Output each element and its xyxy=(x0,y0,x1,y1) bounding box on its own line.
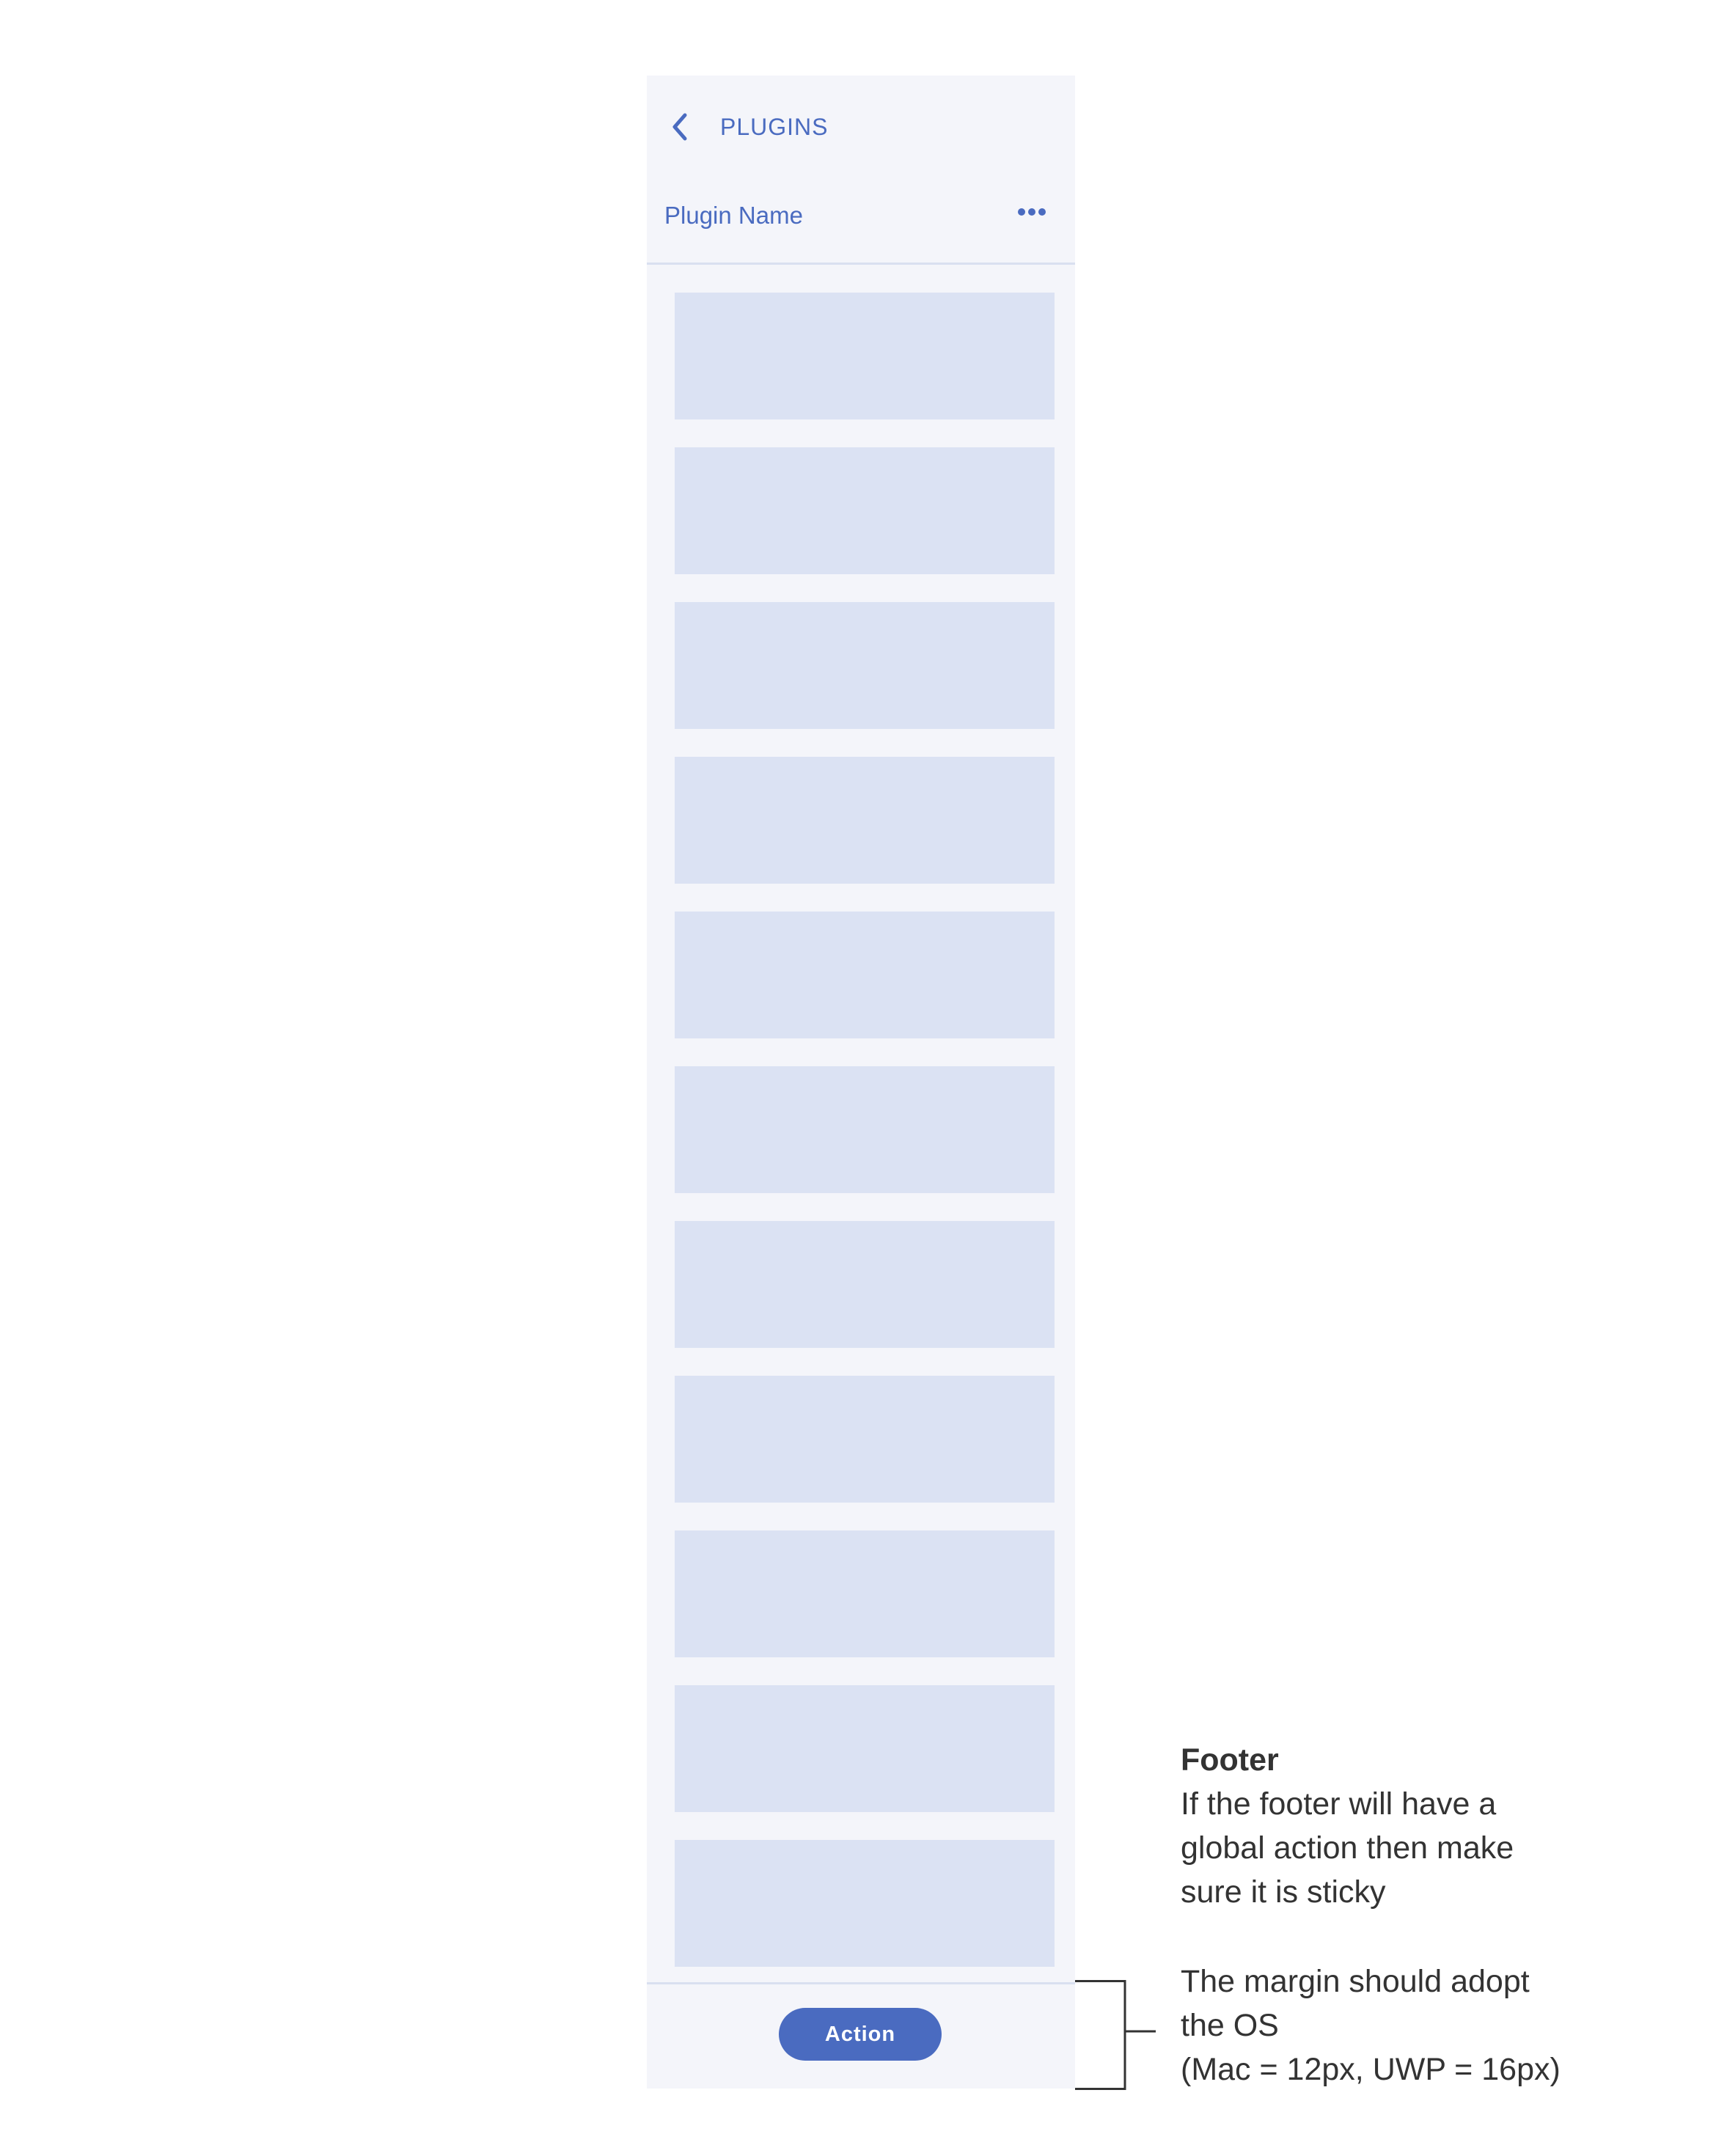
list-item-placeholder[interactable] xyxy=(675,447,1055,574)
footer-annotation-title: Footer xyxy=(1181,1742,1279,1778)
footer-annotation-line: sure it is sticky xyxy=(1181,1874,1386,1910)
margin-annotation-line: (Mac = 12px, UWP = 16px) xyxy=(1181,2052,1561,2087)
chevron-left-icon xyxy=(669,112,691,142)
list-item-placeholder[interactable] xyxy=(675,1066,1055,1193)
footer-annotation-line: If the footer will have a xyxy=(1181,1786,1497,1822)
plugin-name-title: Plugin Name xyxy=(664,202,803,229)
more-options-button[interactable] xyxy=(1013,199,1050,228)
back-button[interactable]: PLUGINS xyxy=(669,109,827,145)
margin-annotation-line: The margin should adopt xyxy=(1181,1964,1530,1999)
list-item-placeholder[interactable] xyxy=(675,293,1055,419)
sticky-footer: Action xyxy=(647,1982,1075,2089)
plugin-header: Plugin Name xyxy=(647,171,1075,265)
list-item-placeholder[interactable] xyxy=(675,1221,1055,1348)
margin-annotation: The margin should adopt the OS (Mac = 12… xyxy=(1181,1959,1650,2091)
action-button[interactable]: Action xyxy=(779,2008,942,2061)
footer-annotation-line: global action then make xyxy=(1181,1830,1514,1866)
list-item-placeholder[interactable] xyxy=(675,912,1055,1038)
list-item-placeholder[interactable] xyxy=(675,1376,1055,1503)
canvas: PLUGINS Plugin Name Action Footer If the xyxy=(0,0,1716,2156)
list-item-placeholder[interactable] xyxy=(675,757,1055,884)
content-list xyxy=(675,293,1055,1995)
footer-annotation: Footer If the footer will have a global … xyxy=(1181,1738,1621,1914)
navigation-bar: PLUGINS xyxy=(647,76,1075,171)
margin-annotation-line: the OS xyxy=(1181,2008,1279,2043)
margin-bracket xyxy=(1075,1980,1156,2090)
list-item-placeholder[interactable] xyxy=(675,1685,1055,1812)
list-item-placeholder[interactable] xyxy=(675,1530,1055,1657)
ellipsis-icon xyxy=(1017,207,1046,220)
list-item-placeholder[interactable] xyxy=(675,602,1055,729)
back-button-label: PLUGINS xyxy=(720,113,829,140)
plugin-panel: PLUGINS Plugin Name Action xyxy=(647,76,1075,2089)
list-item-placeholder[interactable] xyxy=(675,1840,1055,1967)
